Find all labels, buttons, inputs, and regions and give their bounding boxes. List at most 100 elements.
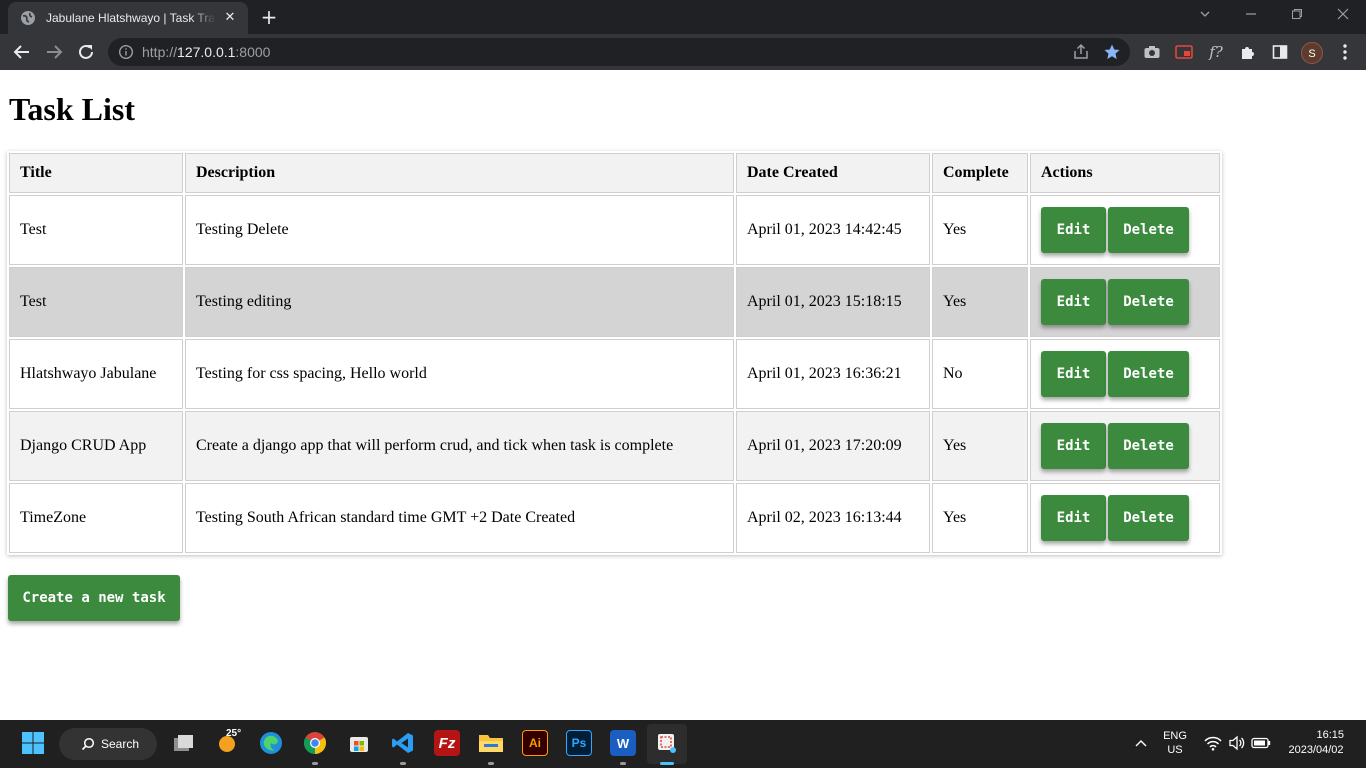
input-language[interactable]: ENG US <box>1160 730 1190 756</box>
delete-button[interactable]: Delete <box>1108 207 1189 253</box>
pip-extension-icon[interactable] <box>1174 42 1194 62</box>
filezilla-icon[interactable]: Fz <box>434 730 460 756</box>
profile-avatar[interactable]: S <box>1301 42 1323 64</box>
search-icon <box>81 737 95 751</box>
side-panel-icon[interactable] <box>1270 42 1290 62</box>
minimize-icon[interactable] <box>1241 6 1261 26</box>
new-tab-button[interactable]: + <box>258 7 280 27</box>
task-actions-cell: Edit Delete <box>1030 195 1220 265</box>
task-actions-cell: Edit Delete <box>1030 411 1220 481</box>
volume-icon[interactable] <box>1224 730 1250 756</box>
tab-title: Jabulane Hlatshwayo | Task Tracker <box>46 11 216 25</box>
wifi-icon[interactable] <box>1200 730 1226 756</box>
snipping-tool-icon[interactable] <box>654 730 680 756</box>
region-line: US <box>1167 744 1183 756</box>
running-indicator <box>620 762 626 765</box>
search-label: Search <box>101 737 140 751</box>
task-title-cell: Hlatshwayo Jabulane <box>9 339 183 409</box>
task-complete-cell: Yes <box>932 483 1028 553</box>
task-date-cell: April 01, 2023 17:20:09 <box>736 411 930 481</box>
task-description-cell: Testing for css spacing, Hello world <box>185 339 734 409</box>
edge-browser-icon[interactable] <box>258 730 284 756</box>
delete-button[interactable]: Delete <box>1108 423 1189 469</box>
create-task-button[interactable]: Create a new task <box>8 575 180 621</box>
running-indicator <box>488 762 494 765</box>
taskbar-search-box[interactable]: Search <box>59 728 157 760</box>
column-header-complete: Complete <box>932 153 1028 193</box>
page-content: Task List Title Description Date Created… <box>0 71 1366 720</box>
reload-icon[interactable] <box>74 40 98 64</box>
task-actions-cell: Edit Delete <box>1030 483 1220 553</box>
task-title-cell: TimeZone <box>9 483 183 553</box>
battery-icon[interactable] <box>1248 730 1274 756</box>
extensions-puzzle-icon[interactable] <box>1238 42 1258 62</box>
edit-button[interactable]: Edit <box>1041 423 1106 469</box>
running-indicator <box>400 762 406 765</box>
bookmark-star-icon[interactable] <box>1103 43 1121 65</box>
camera-extension-icon[interactable] <box>1142 42 1162 62</box>
table-row: Django CRUD App Create a django app that… <box>9 411 1220 481</box>
tab-close-icon[interactable]: ✕ <box>222 10 238 26</box>
task-complete-cell: No <box>932 339 1028 409</box>
address-bar[interactable]: http://127.0.0.1:8000 <box>108 38 1130 66</box>
edit-button[interactable]: Edit <box>1041 351 1106 397</box>
edit-button[interactable]: Edit <box>1041 207 1106 253</box>
weather-temperature: 25° <box>226 728 242 739</box>
column-header-actions: Actions <box>1030 153 1220 193</box>
language-line: ENG <box>1163 730 1187 742</box>
menu-kebab-icon[interactable] <box>1335 42 1355 62</box>
share-icon[interactable] <box>1072 43 1090 65</box>
task-date-cell: April 01, 2023 14:42:45 <box>736 195 930 265</box>
task-view-icon[interactable] <box>171 730 197 756</box>
tray-chevron-up-icon[interactable] <box>1128 730 1154 756</box>
browser-tab-active[interactable]: Jabulane Hlatshwayo | Task Tracker ✕ <box>8 2 248 34</box>
url-text: http://127.0.0.1:8000 <box>142 44 271 60</box>
task-date-cell: April 01, 2023 15:18:15 <box>736 267 930 337</box>
restore-icon[interactable] <box>1287 6 1307 26</box>
windows-start-icon[interactable] <box>20 730 46 756</box>
clock-time: 16:15 <box>1316 729 1344 741</box>
active-indicator <box>660 762 674 765</box>
task-table: Title Description Date Created Complete … <box>7 151 1222 555</box>
task-complete-cell: Yes <box>932 267 1028 337</box>
edit-button[interactable]: Edit <box>1041 279 1106 325</box>
task-actions-cell: Edit Delete <box>1030 339 1220 409</box>
illustrator-icon[interactable]: Ai <box>522 730 548 756</box>
forward-arrow-icon[interactable] <box>42 40 66 64</box>
edit-button[interactable]: Edit <box>1041 495 1106 541</box>
task-title-cell: Django CRUD App <box>9 411 183 481</box>
close-window-icon[interactable] <box>1333 6 1353 26</box>
font-extension-icon[interactable]: f? <box>1206 42 1226 62</box>
task-title-cell: Test <box>9 195 183 265</box>
back-arrow-icon[interactable] <box>10 40 34 64</box>
photoshop-icon[interactable]: Ps <box>566 730 592 756</box>
column-header-date-created: Date Created <box>736 153 930 193</box>
table-header-row: Title Description Date Created Complete … <box>9 153 1220 193</box>
vscode-icon[interactable] <box>390 730 416 756</box>
browser-toolbar: http://127.0.0.1:8000 f? S <box>0 34 1366 70</box>
tab-search-chevron-icon[interactable] <box>1195 6 1215 26</box>
file-explorer-icon[interactable] <box>478 730 504 756</box>
delete-button[interactable]: Delete <box>1108 351 1189 397</box>
task-date-cell: April 01, 2023 16:36:21 <box>736 339 930 409</box>
task-description-cell: Testing South African standard time GMT … <box>185 483 734 553</box>
browser-tab-strip: Jabulane Hlatshwayo | Task Tracker ✕ + <box>0 0 1366 34</box>
chrome-browser-icon[interactable] <box>302 730 328 756</box>
task-date-cell: April 02, 2023 16:13:44 <box>736 483 930 553</box>
page-title: Task List <box>9 91 135 127</box>
delete-button[interactable]: Delete <box>1108 495 1189 541</box>
clock[interactable]: 16:15 2023/04/02 <box>1280 729 1352 756</box>
task-title-cell: Test <box>9 267 183 337</box>
word-icon[interactable]: W <box>610 730 636 756</box>
microsoft-store-icon[interactable] <box>346 730 372 756</box>
globe-icon <box>21 11 35 25</box>
taskbar: Search 25° Fz Ai Ps W ENG US 16:15 2023/… <box>0 720 1366 768</box>
task-complete-cell: Yes <box>932 195 1028 265</box>
table-row: TimeZone Testing South African standard … <box>9 483 1220 553</box>
task-description-cell: Create a django app that will perform cr… <box>185 411 734 481</box>
site-info-icon[interactable] <box>118 44 134 60</box>
running-indicator <box>312 762 318 765</box>
column-header-description: Description <box>185 153 734 193</box>
task-actions-cell: Edit Delete <box>1030 267 1220 337</box>
delete-button[interactable]: Delete <box>1108 279 1189 325</box>
